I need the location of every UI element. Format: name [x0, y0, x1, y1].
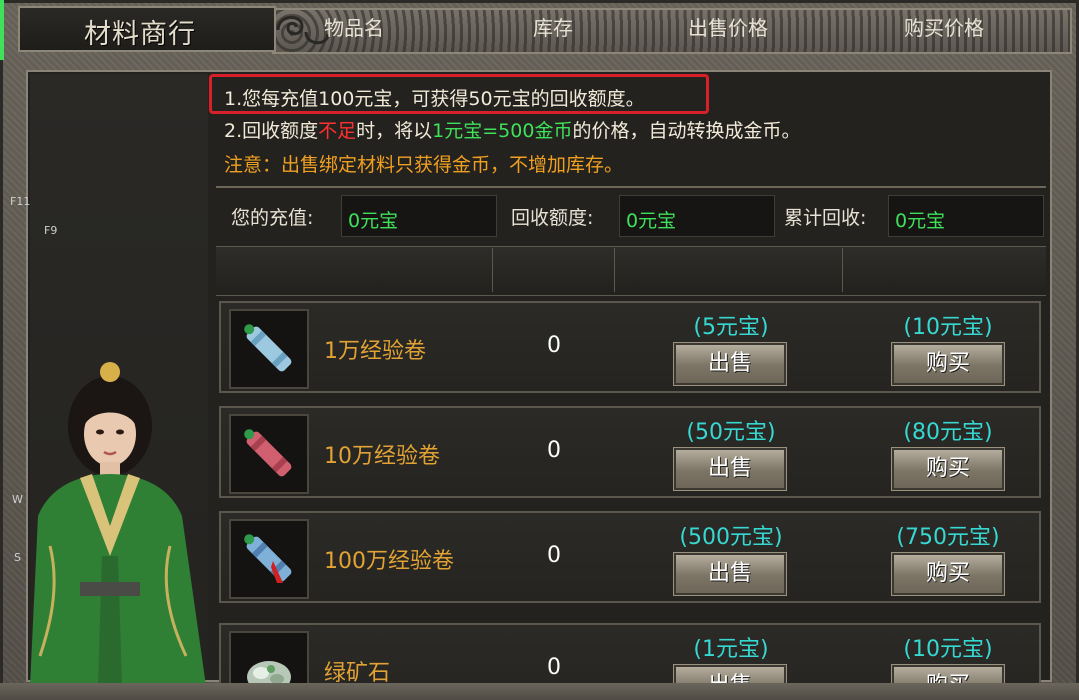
- green-ore-icon: [247, 661, 291, 683]
- sell-price: (500元宝): [679, 525, 783, 550]
- buy-price: (10元宝): [903, 315, 993, 340]
- item-stock: 0: [547, 333, 561, 358]
- item-stock: 0: [547, 438, 561, 463]
- scroll-blue-icon: [244, 324, 292, 372]
- sell-price: (1元宝): [693, 637, 769, 662]
- scroll-blue-ribbon-icon: [244, 534, 292, 583]
- sell-price: (50元宝): [686, 420, 776, 445]
- item-stock: 0: [547, 655, 561, 680]
- window-bottom-border: [0, 683, 1079, 700]
- sell-button[interactable]: 出售: [673, 552, 787, 596]
- buy-price: (750元宝): [896, 525, 1000, 550]
- item-slot[interactable]: [229, 414, 309, 494]
- item-slot[interactable]: [229, 631, 309, 683]
- sell-button[interactable]: 出售: [673, 447, 787, 491]
- sell-button[interactable]: 出售: [673, 342, 787, 386]
- buy-button[interactable]: 购买: [891, 664, 1005, 683]
- buy-button[interactable]: 购买: [891, 342, 1005, 386]
- buy-button[interactable]: 购买: [891, 552, 1005, 596]
- buy-button[interactable]: 购买: [891, 447, 1005, 491]
- table-row: 10万经验卷 0 (50元宝) (80元宝) 出售 购买: [219, 406, 1041, 498]
- sell-price: (5元宝): [693, 315, 769, 340]
- item-slot[interactable]: [229, 309, 309, 389]
- item-slot[interactable]: [229, 519, 309, 599]
- table-row: 绿矿石 0 (1元宝) (10元宝) 出售 购买: [219, 623, 1041, 683]
- item-name: 1万经验卷: [324, 339, 426, 364]
- table-row: 100万经验卷 0 (500元宝) (750元宝) 出售 购买: [219, 511, 1041, 603]
- item-name: 100万经验卷: [324, 549, 454, 574]
- buy-price: (80元宝): [903, 420, 993, 445]
- table-row: 1万经验卷 0 (5元宝) (10元宝) 出售 购买: [219, 301, 1041, 393]
- sell-button[interactable]: 出售: [673, 664, 787, 683]
- item-name: 10万经验卷: [324, 444, 440, 469]
- buy-price: (10元宝): [903, 637, 993, 662]
- scroll-red-icon: [244, 429, 292, 477]
- item-name: 绿矿石: [324, 661, 391, 683]
- item-stock: 0: [547, 543, 561, 568]
